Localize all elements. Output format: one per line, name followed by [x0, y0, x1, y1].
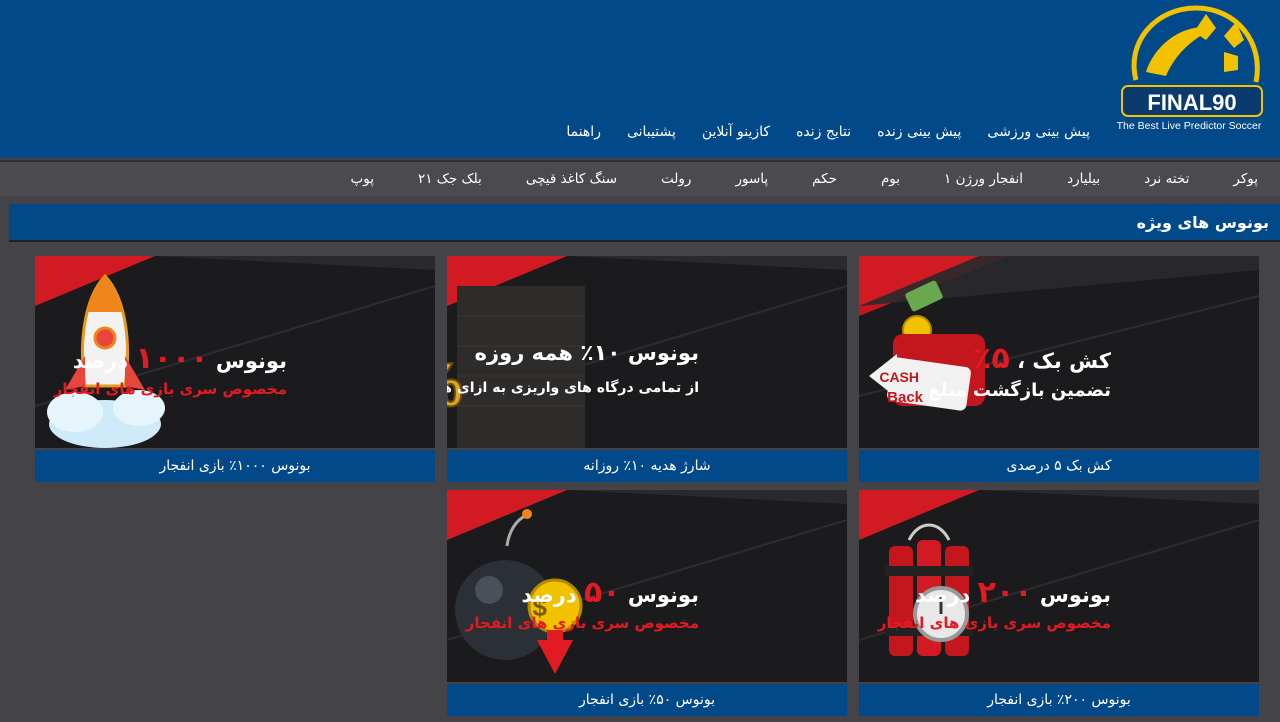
game-hokm[interactable]: حکم [812, 171, 837, 187]
svg-text:CASH: CASH [879, 369, 919, 385]
bonus-subtitle: مخصوص سری بازی های انفجار [53, 380, 287, 398]
logo-tagline: The Best Live Predictor Soccer [1116, 120, 1262, 132]
bonus-subtitle: مخصوص سری بازی های انفجار [877, 614, 1111, 632]
nav-live-results[interactable]: نتایج زنده [796, 124, 851, 140]
logo-wordmark: FINAL90 [1147, 90, 1236, 115]
main-nav: پیش بینی ورزشی پیش بینی زنده نتایج زنده … [566, 124, 1090, 140]
bonus-banner: 10% بونوس ۱۰٪ همه روزه از تمامی درگاه ها… [447, 256, 847, 448]
bonus-subtitle: از تمامی درگاه های واریزی به ازای هر شار… [447, 380, 699, 396]
game-backgammon[interactable]: تخته نرد [1144, 171, 1189, 187]
bonus-banner: $ بونوس ۵۰ درصد مخصوص سری بازی های انفجا… [447, 490, 847, 682]
bonus-caption[interactable]: بونوس ۵۰٪ بازی انفجار [447, 684, 847, 716]
bonus-subtitle: تضمین بازگشت مبلغ [928, 380, 1112, 401]
bonus-caption[interactable]: کش بک ۵ درصدی [859, 450, 1259, 482]
soccer-ball-logo-icon: FINAL90 [1121, 5, 1263, 117]
bonus-card-1000[interactable]: بونوس ۱۰۰۰ درصد مخصوص سری بازی های انفجا… [35, 256, 435, 482]
game-crash-v1[interactable]: انفجار ورژن ۱ [944, 171, 1023, 187]
bonus-title: بونوس ۲۰۰ درصد [915, 575, 1111, 610]
bonus-banner: CASH Back کش بک ، ۵٪ تضمین بازگشت مبلغ [859, 256, 1259, 448]
bonus-banner: بونوس ۲۰۰ درصد مخصوص سری بازی های انفجار [859, 490, 1259, 682]
nav-live-prediction[interactable]: پیش بینی زنده [877, 124, 961, 140]
bonus-title: بونوس ۱۰۰۰ درصد [72, 341, 287, 376]
site-header: FINAL90 The Best Live Predictor Soccer پ… [0, 0, 1280, 158]
bonus-card-200[interactable]: بونوس ۲۰۰ درصد مخصوص سری بازی های انفجار… [859, 490, 1259, 716]
bonus-title: بونوس ۵۰ درصد [521, 575, 699, 610]
bonus-caption[interactable]: شارژ هدیه ۱۰٪ روزانه [447, 450, 847, 482]
bonus-card-daily-charge[interactable]: 10% بونوس ۱۰٪ همه روزه از تمامی درگاه ها… [447, 256, 847, 482]
bonus-subtitle: مخصوص سری بازی های انفجار [465, 614, 699, 632]
nav-sports-prediction[interactable]: پیش بینی ورزشی [987, 124, 1090, 140]
bonus-title: کش بک ، ۵٪ [973, 341, 1111, 376]
bonus-title: بونوس ۱۰٪ همه روزه [474, 341, 699, 366]
bonus-caption[interactable]: بونوس ۲۰۰٪ بازی انفجار [859, 684, 1259, 716]
game-rock-paper-scissors[interactable]: سنگ کاغذ قیچی [526, 171, 617, 187]
svg-text:Back: Back [887, 389, 924, 406]
bonus-card-50[interactable]: $ بونوس ۵۰ درصد مخصوص سری بازی های انفجا… [447, 490, 847, 716]
bonus-section: بونوس های ویژه CASH Back کش بک ، ۵٪ تضمی… [9, 204, 1280, 722]
game-blackjack-21[interactable]: بلک جک ۲۱ [418, 171, 482, 187]
game-billiard[interactable]: بیلیارد [1067, 171, 1100, 187]
nav-online-casino[interactable]: کازینو آنلاین [702, 124, 770, 140]
game-roulette[interactable]: رولت [661, 171, 691, 187]
game-boom[interactable]: بوم [881, 171, 900, 187]
nav-guide[interactable]: راهنما [566, 124, 601, 140]
section-title: بونوس های ویژه [9, 204, 1280, 242]
site-logo[interactable]: FINAL90 [1116, 2, 1266, 138]
bonus-caption[interactable]: بونوس ۱۰۰۰٪ بازی انفجار [35, 450, 435, 482]
game-pop[interactable]: پوپ [351, 171, 374, 187]
games-nav: پوکر تخته نرد بیلیارد انفجار ورژن ۱ بوم … [0, 160, 1280, 196]
game-pasur[interactable]: پاسور [735, 171, 768, 187]
nav-support[interactable]: پشتیبانی [627, 124, 676, 140]
bonus-banner: بونوس ۱۰۰۰ درصد مخصوص سری بازی های انفجا… [35, 256, 435, 448]
game-poker[interactable]: پوکر [1233, 171, 1258, 187]
bonus-card-cashback[interactable]: CASH Back کش بک ، ۵٪ تضمین بازگشت مبلغ ک… [859, 256, 1259, 482]
